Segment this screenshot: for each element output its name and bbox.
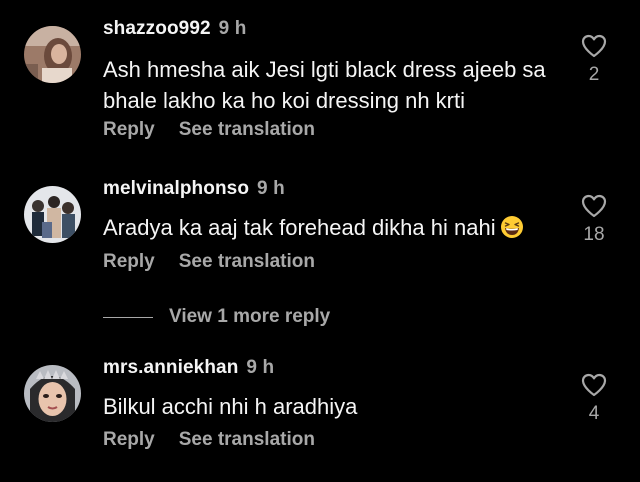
grinning-squinting-face-icon: [500, 216, 523, 238]
view-more-replies-label: View 1 more reply: [169, 306, 331, 327]
heart-outline-icon[interactable]: [581, 34, 607, 58]
username[interactable]: shazzoo992: [103, 18, 211, 39]
comment-actions: Reply See translation: [103, 119, 315, 141]
comment-text: Aradya ka aaj tak forehead dikha hi nahi: [103, 212, 573, 243]
like-control: 18: [578, 194, 610, 246]
comment-text: Bilkul acchi nhi h aradhiya: [103, 394, 358, 419]
comment-text-content: Aradya ka aaj tak forehead dikha hi nahi: [103, 215, 496, 240]
heart-outline-icon[interactable]: [581, 373, 607, 397]
see-translation-button[interactable]: See translation: [179, 251, 315, 272]
reply-button[interactable]: Reply: [103, 119, 155, 140]
comment-header: shazzoo992 9 h: [103, 18, 246, 40]
avatar-photo-icon: [24, 365, 81, 422]
reply-button[interactable]: Reply: [103, 429, 155, 450]
reply-button[interactable]: Reply: [103, 251, 155, 272]
username[interactable]: melvinalphonso: [103, 178, 249, 199]
like-control: 4: [578, 373, 610, 425]
avatar[interactable]: [24, 26, 81, 83]
avatar[interactable]: [24, 186, 81, 243]
view-more-replies-button[interactable]: View 1 more reply: [103, 306, 330, 332]
avatar-photo-icon: [24, 186, 81, 243]
like-control: 2: [578, 34, 610, 86]
divider-line: [103, 316, 153, 318]
username[interactable]: mrs.anniekhan: [103, 357, 238, 378]
like-count: 2: [588, 64, 600, 85]
comment-text: Ash hmesha aik Jesi lgti black dress aje…: [103, 57, 546, 113]
timestamp: 9 h: [218, 18, 247, 39]
avatar[interactable]: [24, 365, 81, 422]
comment-header: mrs.anniekhan 9 h: [103, 357, 274, 379]
see-translation-button[interactable]: See translation: [179, 429, 315, 450]
avatar-photo-icon: [24, 26, 81, 83]
comment-actions: Reply See translation: [103, 429, 315, 451]
like-count: 4: [588, 403, 600, 424]
comment-actions: Reply See translation: [103, 251, 315, 273]
timestamp: 9 h: [246, 357, 275, 378]
like-count: 18: [583, 224, 605, 245]
comment-header: melvinalphonso 9 h: [103, 178, 285, 200]
heart-outline-icon[interactable]: [581, 194, 607, 218]
see-translation-button[interactable]: See translation: [179, 119, 315, 140]
timestamp: 9 h: [257, 178, 285, 199]
